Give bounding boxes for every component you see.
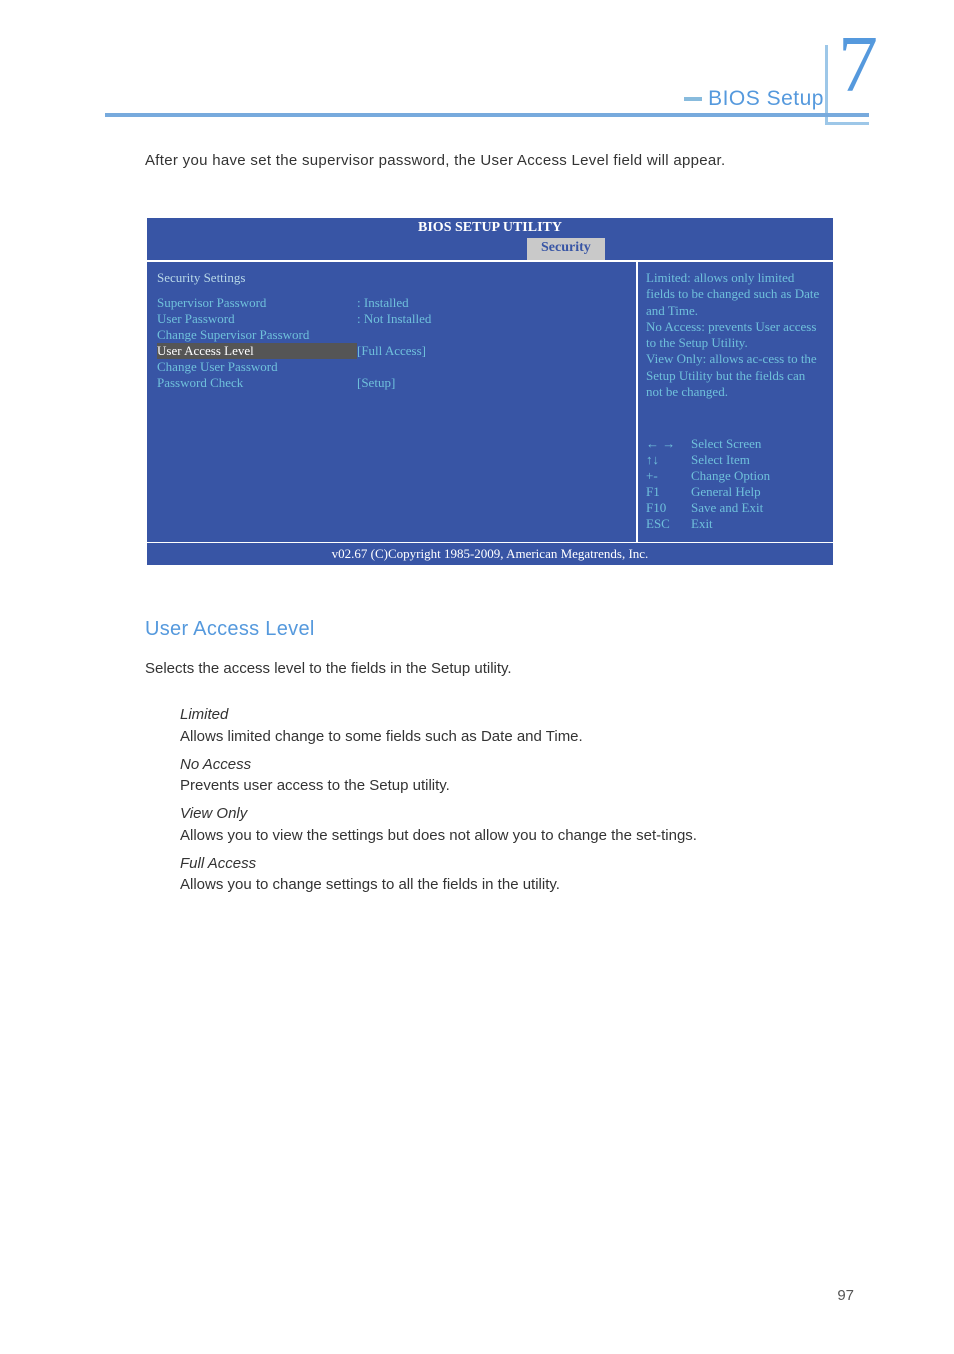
- bios-title: BIOS SETUP UTILITY: [147, 218, 833, 238]
- bios-field-value: [357, 327, 626, 343]
- bios-field-row: User Password: Not Installed: [157, 311, 626, 327]
- bios-key: ← →: [646, 436, 691, 452]
- bios-key-row: ↑↓Select Item: [646, 452, 825, 468]
- bios-field-label: User Access Level: [157, 343, 357, 359]
- bios-key-row: F1General Help: [646, 484, 825, 500]
- bios-field-label: Change User Password: [157, 359, 357, 375]
- bios-key: F1: [646, 484, 691, 500]
- definition-term: No Access: [180, 754, 824, 776]
- bios-key-row: +-Change Option: [646, 468, 825, 484]
- bios-key: ESC: [646, 516, 691, 532]
- bios-key: +-: [646, 468, 691, 484]
- bios-field-row: Supervisor Password: Installed: [157, 295, 626, 311]
- section-intro: Selects the access level to the fields i…: [145, 660, 824, 677]
- bios-field-label: Change Supervisor Password: [157, 327, 357, 343]
- bios-help-text: Limited: allows only limited fields to b…: [646, 270, 825, 430]
- bios-tabs: Security: [147, 238, 833, 260]
- bios-key-desc: Select Item: [691, 452, 750, 468]
- bios-key-desc: Exit: [691, 516, 713, 532]
- bios-screenshot: BIOS SETUP UTILITY Security Security Set…: [145, 216, 835, 567]
- bios-key-desc: Change Option: [691, 468, 770, 484]
- bios-footer: v02.67 (C)Copyright 1985-2009, American …: [147, 542, 833, 565]
- bios-field-label: User Password: [157, 311, 357, 327]
- bios-field-value: : Not Installed: [357, 311, 626, 327]
- bios-key: ↑↓: [646, 452, 691, 468]
- bios-key: F10: [646, 500, 691, 516]
- bios-key-desc: General Help: [691, 484, 761, 500]
- bios-left-panel: Security Settings Supervisor Password: I…: [147, 262, 638, 542]
- header-label: BIOS Setup: [684, 87, 824, 111]
- bios-field-value: [Full Access]: [357, 343, 626, 359]
- header-rule: [105, 113, 869, 117]
- definition-term: Full Access: [180, 853, 824, 875]
- bios-field-row: Change User Password: [157, 359, 626, 375]
- definition-desc: Prevents user access to the Setup utilit…: [180, 775, 824, 797]
- bios-key-row: ← →Select Screen: [646, 436, 825, 452]
- bios-field-row: Password Check[Setup]: [157, 375, 626, 391]
- chapter-number: 7: [838, 20, 878, 111]
- bios-field-label: Password Check: [157, 375, 357, 391]
- bios-key-row: F10Save and Exit: [646, 500, 825, 516]
- bios-field-value: : Installed: [357, 295, 626, 311]
- bios-section-heading: Security Settings: [157, 270, 626, 286]
- bios-tab-security: Security: [527, 238, 605, 260]
- bios-field-value: [Setup]: [357, 375, 626, 391]
- definitions-list: LimitedAllows limited change to some fie…: [180, 698, 824, 900]
- bios-field-label: Supervisor Password: [157, 295, 357, 311]
- definition-term: Limited: [180, 704, 824, 726]
- bios-field-row: Change Supervisor Password: [157, 327, 626, 343]
- definition-term: View Only: [180, 803, 824, 825]
- page-number: 97: [837, 1287, 854, 1304]
- bios-field-value: [357, 359, 626, 375]
- bios-key-desc: Select Screen: [691, 436, 761, 452]
- section-title: User Access Level: [145, 618, 315, 641]
- definition-desc: Allows limited change to some fields suc…: [180, 726, 824, 748]
- bios-key-row: ESCExit: [646, 516, 825, 532]
- bios-key-desc: Save and Exit: [691, 500, 763, 516]
- intro-paragraph: After you have set the supervisor passwo…: [145, 150, 824, 173]
- definition-desc: Allows you to change settings to all the…: [180, 874, 824, 896]
- definition-desc: Allows you to view the settings but does…: [180, 825, 824, 847]
- bios-field-row: User Access Level[Full Access]: [157, 343, 626, 359]
- bios-body: Security Settings Supervisor Password: I…: [147, 260, 833, 542]
- bios-right-panel: Limited: allows only limited fields to b…: [638, 262, 833, 542]
- bios-key-legend: ← →Select Screen↑↓Select Item+-Change Op…: [646, 436, 825, 532]
